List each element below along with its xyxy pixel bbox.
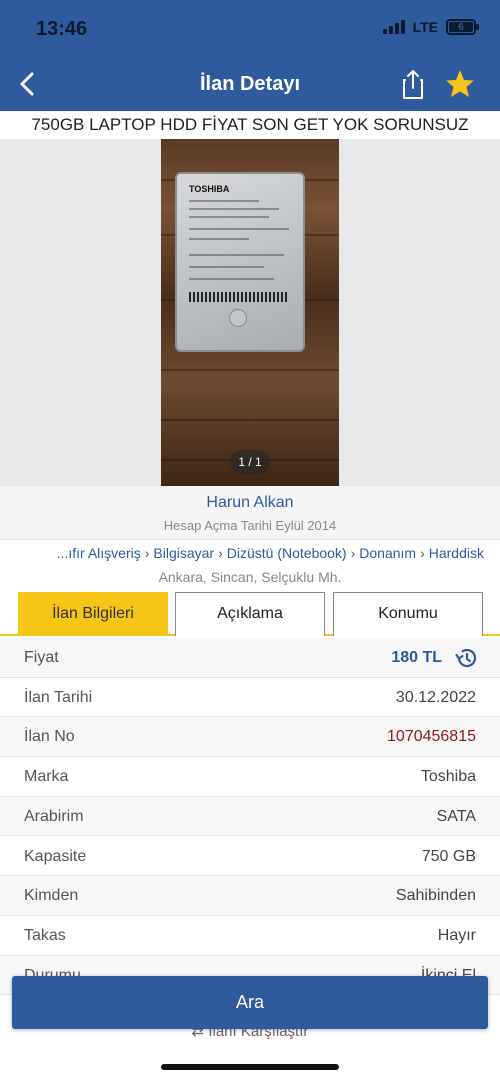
price-value: 180 TL [391, 649, 442, 666]
detail-label: Kimden [24, 887, 79, 905]
breadcrumb-item[interactable]: Donanım [359, 545, 416, 561]
favorite-button[interactable] [442, 66, 478, 102]
signal-icon [382, 20, 405, 34]
seller-name[interactable]: Harun Alkan [0, 494, 500, 512]
share-button[interactable] [398, 66, 428, 102]
detail-row-date: İlan Tarihi 30.12.2022 [0, 678, 500, 718]
hdd-image: TOSHIBA [175, 172, 305, 352]
detail-row-id: İlan No 1070456815 [0, 717, 500, 758]
back-button[interactable] [12, 66, 48, 102]
hdd-brand-label: TOSHIBA [189, 184, 230, 194]
home-indicator [161, 1064, 339, 1070]
detail-value: 30.12.2022 [395, 688, 476, 706]
detail-label: Marka [24, 768, 69, 786]
breadcrumb: ...ıfır Alışveriş › Bilgisayar › Dizüstü (No… [56, 545, 484, 561]
detail-label: Arabirim [24, 807, 84, 825]
detail-row-brand: Marka Toshiba [0, 757, 500, 797]
share-icon [403, 70, 423, 99]
detail-value: Toshiba [420, 768, 476, 786]
price-history-icon[interactable] [454, 646, 478, 670]
detail-row-capacity: Kapasite 750 GB [0, 837, 500, 877]
status-time: 13:46 [36, 18, 88, 40]
listing-title: 750GB LAPTOP HDD FİYAT SON GET YOK SORUN… [31, 115, 469, 134]
battery-icon: 6 [446, 19, 479, 35]
call-button[interactable]: Ara [12, 976, 488, 1029]
breadcrumb-item[interactable]: Dizüstü (Notebook) [227, 545, 347, 561]
listing-photo[interactable]: TOSHIBA [161, 139, 339, 486]
seller-since: Hesap Açma Tarihi Eylül 2014 [163, 518, 337, 533]
breadcrumb-item[interactable]: Bilgisayar [153, 545, 214, 561]
star-icon [446, 70, 474, 97]
seller-info: Harun Alkan Hesap Açma Tarihi Eylül 2014 [0, 486, 500, 540]
detail-row-from: Kimden Sahibinden [0, 876, 500, 916]
detail-label: İlan No [24, 728, 75, 746]
status-indicators: LTE 6 [382, 19, 479, 35]
breadcrumb-item[interactable]: Harddisk [429, 545, 484, 561]
detail-label: Kapasite [24, 847, 87, 865]
detail-label: Fiyat [24, 649, 59, 666]
listing-location: Ankara, Sincan, Selçuklu Mh. [158, 569, 342, 585]
listing-id-value: 1070456815 [387, 728, 476, 746]
detail-label: Takas [24, 926, 66, 944]
photo-gallery[interactable]: TOSHIBA 1 / 1 [0, 139, 500, 486]
chevron-left-icon [20, 72, 34, 96]
detail-value: Hayır [437, 926, 476, 944]
detail-row-interface: Arabirim SATA [0, 796, 500, 837]
detail-tabs: İlan Bilgileri Açıklama Konumu [0, 592, 500, 636]
battery-level: 6 [449, 22, 473, 33]
nav-bar: İlan Detayı [0, 58, 500, 111]
tab-ilan-bilgileri[interactable]: İlan Bilgileri [18, 592, 168, 636]
tab-konumu[interactable]: Konumu [333, 592, 483, 636]
photo-counter: 1 / 1 [230, 450, 270, 474]
detail-value: 750 GB [421, 847, 476, 865]
network-label: LTE [412, 19, 438, 35]
detail-row-price: Fiyat 180 TL [0, 638, 500, 678]
breadcrumb-item[interactable]: ...ıfır Alışveriş [57, 545, 141, 561]
detail-value: Sahibinden [395, 887, 476, 905]
app-header: 13:46 LTE 6 İlan Detayı [0, 0, 500, 111]
tab-aciklama[interactable]: Açıklama [175, 592, 325, 636]
status-bar: 13:46 LTE 6 [0, 0, 500, 58]
detail-value: SATA [436, 807, 476, 825]
detail-label: İlan Tarihi [24, 688, 93, 706]
detail-row-exchange: Takas Hayır [0, 916, 500, 956]
